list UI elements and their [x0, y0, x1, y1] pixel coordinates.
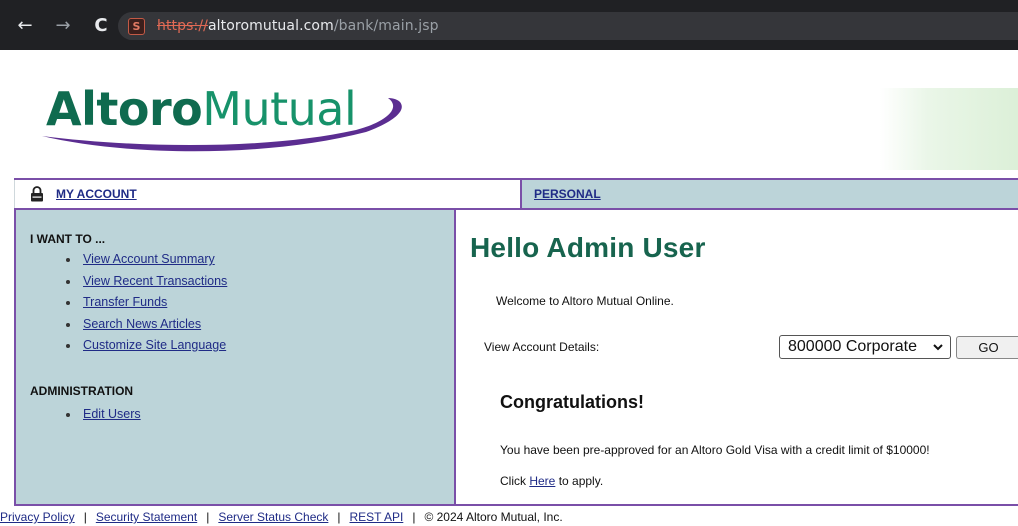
logo-text-light: Mutual	[202, 82, 357, 136]
address-bar[interactable]: S https://altoromutual.com/bank/main.jsp	[118, 12, 1018, 40]
welcome-text: Welcome to Altoro Mutual Online.	[496, 294, 674, 308]
tab-my-account[interactable]: MY ACCOUNT	[14, 180, 520, 208]
congratulations-heading: Congratulations!	[500, 392, 644, 412]
list-item: Transfer Funds	[64, 292, 227, 314]
logo-text-bold: Altoro	[46, 82, 203, 136]
address-url[interactable]: https://altoromutual.com/bank/main.jsp	[157, 18, 439, 34]
logo-text: AltoroMutual	[46, 82, 357, 136]
main-content: Hello Admin User Welcome to Altoro Mutua…	[454, 208, 1018, 506]
lock-icon	[31, 186, 43, 202]
transfer-funds-link[interactable]: Transfer Funds	[83, 295, 167, 309]
go-button[interactable]: GO	[956, 336, 1018, 359]
reload-icon[interactable]: C	[90, 14, 112, 36]
view-account-details-label: View Account Details:	[484, 340, 600, 354]
footer-separator: |	[337, 510, 341, 524]
footer-separator: |	[206, 510, 210, 524]
list-item: Edit Users	[64, 404, 141, 426]
list-item: View Account Summary	[64, 249, 227, 271]
customize-site-language-link[interactable]: Customize Site Language	[83, 338, 226, 352]
search-news-articles-link[interactable]: Search News Articles	[83, 317, 201, 331]
administration-heading: ADMINISTRATION	[30, 384, 134, 398]
view-account-summary-link[interactable]: View Account Summary	[83, 252, 215, 266]
top-nav: MY ACCOUNT PERSONAL	[14, 178, 1018, 208]
account-select-value: 800000 Corporate	[788, 338, 917, 355]
footer-separator: |	[412, 510, 416, 524]
browser-toolbar: ← → C S https://altoromutual.com/bank/ma…	[0, 0, 1018, 50]
my-account-link[interactable]: MY ACCOUNT	[56, 187, 137, 201]
apply-suffix: to apply.	[555, 474, 604, 488]
site-info-icon[interactable]: S	[128, 17, 145, 35]
privacy-policy-link[interactable]: Privacy Policy	[0, 510, 75, 524]
list-item: Customize Site Language	[64, 335, 227, 357]
rest-api-link[interactable]: REST API	[350, 510, 404, 524]
security-statement-link[interactable]: Security Statement	[96, 510, 197, 524]
i-want-to-list: View Account Summary View Recent Transac…	[64, 249, 227, 357]
altoro-mutual-logo[interactable]: AltoroMutual	[36, 76, 416, 162]
footer-separator: |	[83, 510, 87, 524]
edit-users-link[interactable]: Edit Users	[83, 407, 141, 421]
page-title: Hello Admin User	[470, 232, 706, 263]
url-host: altoromutual.com	[207, 18, 334, 34]
account-select[interactable]: 800000 Corporate	[779, 335, 951, 359]
server-status-check-link[interactable]: Server Status Check	[218, 510, 328, 524]
list-item: Search News Articles	[64, 314, 227, 336]
administration-list: Edit Users	[64, 404, 141, 426]
tab-personal[interactable]: PERSONAL	[520, 180, 1018, 208]
arrow-left-icon[interactable]: ←	[14, 14, 36, 36]
preapproved-text: You have been pre-approved for an Altoro…	[500, 443, 930, 457]
arrow-right-icon[interactable]: →	[52, 14, 74, 36]
chevron-down-icon	[933, 344, 943, 351]
copyright-text: © 2024 Altoro Mutual, Inc.	[424, 510, 563, 524]
view-recent-transactions-link[interactable]: View Recent Transactions	[83, 274, 227, 288]
header-decoration	[880, 88, 1018, 170]
site-header: AltoroMutual	[0, 50, 1018, 178]
i-want-to-heading: I WANT TO ...	[30, 232, 106, 246]
url-scheme: https://	[157, 18, 208, 34]
personal-link[interactable]: PERSONAL	[534, 187, 601, 201]
list-item: View Recent Transactions	[64, 271, 227, 293]
apply-prefix: Click	[500, 474, 530, 488]
url-path: /bank/main.jsp	[333, 18, 439, 34]
footer: Privacy Policy | Security Statement | Server…	[0, 510, 1018, 526]
sidebar: I WANT TO ... View Account Summary View …	[14, 208, 454, 506]
apply-here-link[interactable]: Here	[529, 474, 555, 488]
apply-line: Click Here to apply.	[500, 474, 603, 488]
